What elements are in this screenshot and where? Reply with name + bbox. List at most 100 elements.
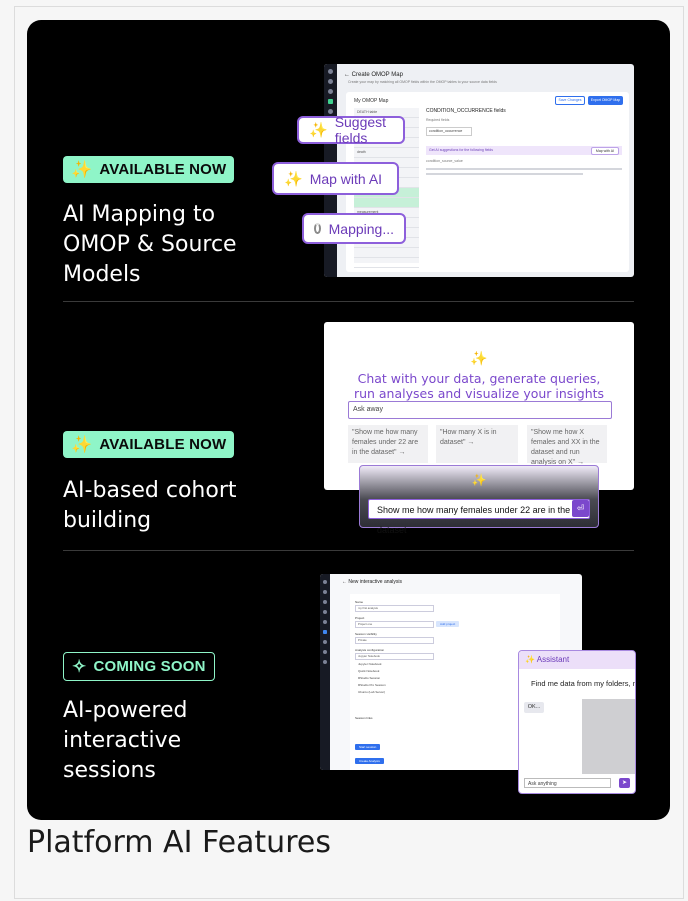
title-line: AI-based cohort (63, 478, 237, 503)
chat-input[interactable]: Ask away (348, 401, 612, 419)
send-icon[interactable]: ➤ (619, 778, 630, 788)
title-line: OMOP & Source (63, 232, 237, 257)
suggest-fields-button[interactable]: ✨ Suggest fields (297, 114, 405, 146)
button-label: Map with AI (309, 170, 383, 187)
logo-icon (323, 580, 327, 584)
availability-badge: ✨ AVAILABLE NOW (63, 431, 235, 458)
title-line: interactive (63, 728, 182, 753)
table-select[interactable]: condition_occurrence (426, 127, 472, 136)
visibility-select[interactable]: Private (355, 637, 434, 644)
create-analysis-button[interactable]: Create Analysis (355, 758, 384, 764)
title-line: sessions (63, 758, 156, 783)
configuration-select[interactable]: Jupyter Notebook (355, 653, 434, 660)
response-area (582, 699, 635, 774)
sparkles-icon: ✨ (71, 434, 93, 454)
add-project-button[interactable]: Add project (436, 621, 460, 627)
suggestion-card[interactable]: "How many X is in dataset" → (436, 425, 518, 463)
page-subtitle: Create your map by matching all OMOP fie… (348, 80, 497, 84)
assistant-title: Assistant (536, 655, 570, 664)
title-line: AI Mapping to (63, 202, 216, 227)
field-label: Project (355, 616, 365, 620)
table-list-item[interactable] (354, 258, 419, 268)
chat-heading: Chat with your data, generate queries, r… (324, 371, 634, 401)
required-label: Required fields (426, 118, 450, 122)
suggestion-bar-label: Get AI suggestions for the following fie… (429, 148, 494, 152)
query-input[interactable]: Show me how many females under 22 are in… (368, 499, 590, 535)
assistant-input[interactable]: Ask anything (524, 778, 611, 788)
button-label: Mapping... (328, 220, 394, 237)
sparkles-icon: ✨ (284, 170, 303, 188)
suggestion-card[interactable]: "Show me how many females under 22 are i… (348, 425, 428, 463)
coming-soon-badge: ✧ COMING SOON (63, 652, 215, 681)
assistant-reply: OK... (524, 702, 544, 713)
sparkles-icon: ✨ (309, 122, 328, 139)
field-label: Session visibility (355, 632, 377, 636)
field-description (426, 168, 622, 175)
table-list-item[interactable] (354, 248, 419, 258)
field-label: Analysis configuration (355, 648, 385, 652)
loading-spinner-icon (314, 223, 321, 234)
title-line: AI-powered (63, 698, 188, 723)
project-select[interactable]: Project one (355, 621, 434, 628)
config-option[interactable]: RStudio Pro Session (358, 683, 386, 687)
nav-icon-active (323, 630, 327, 634)
field-label: Name (355, 600, 364, 604)
nav-icon (323, 600, 327, 604)
availability-badge: ✨ AVAILABLE NOW (63, 156, 235, 183)
save-changes-button[interactable]: Save Changes (555, 96, 585, 105)
badge-label: AVAILABLE NOW (99, 161, 227, 178)
nav-icon (323, 650, 327, 654)
sparkles-outline-icon: ✧ (72, 656, 87, 676)
sparkles-icon: ✨ (471, 473, 487, 487)
badge-label: COMING SOON (93, 658, 206, 675)
chat-heading-line: Chat with your data, generate queries, (357, 371, 601, 386)
page-title: ← New interactive analysis (342, 579, 403, 585)
section-title: AI Mapping to OMOP & Source Models (63, 200, 237, 290)
nav-icon (328, 79, 333, 84)
sparkles-icon: ✨ (71, 159, 93, 179)
button-label: Suggest fields (334, 114, 387, 146)
nav-icon (323, 590, 327, 594)
map-with-ai-small-button[interactable]: Map with AI (590, 147, 619, 155)
map-with-ai-button[interactable]: ✨ Map with AI (272, 162, 399, 195)
logo-icon (328, 69, 333, 74)
nav-icon-active (328, 99, 333, 104)
section-title: AI-powered interactive sessions (63, 696, 188, 786)
table-list-item[interactable]: death (354, 148, 419, 158)
card-title: My OMOP Map (354, 98, 389, 104)
table-list-item-selected[interactable] (354, 198, 419, 208)
nav-icon (323, 660, 327, 664)
query-popup: ✨ Show me how many females under 22 are … (359, 465, 599, 535)
app-sidebar (320, 574, 330, 770)
user-message: Find me data from my folders, now (531, 679, 636, 688)
config-option[interactable]: Quick Notebook (358, 669, 379, 673)
page-title-text: Create OMOP Map (351, 72, 403, 78)
fields-panel: CONDITION_OCCURRENCE fields Required fie… (426, 108, 622, 175)
feature-panel: ✨ AVAILABLE NOW AI Mapping to OMOP & Sou… (27, 20, 670, 820)
name-input[interactable]: my first analysis (355, 605, 434, 612)
field-label: Session links (355, 716, 373, 720)
send-icon[interactable]: ⏎ (572, 500, 589, 517)
page-title-text: New interactive analysis (348, 579, 403, 585)
caption: Platform AI Features (27, 825, 331, 860)
nav-icon (328, 109, 333, 114)
ai-suggestion-bar: Map with AI Get AI suggestions for the f… (426, 146, 622, 155)
mapping-progress-button[interactable]: Mapping... (302, 213, 406, 244)
sparkles-icon: ✨ (470, 350, 488, 366)
suggestion-card[interactable]: "Show me how X females and XX in the dat… (527, 425, 607, 466)
start-session-button[interactable]: Start session (355, 744, 381, 750)
export-map-button[interactable]: Export OMOP Map (588, 96, 623, 105)
section-divider (63, 550, 634, 551)
title-line: building (63, 508, 152, 533)
config-option[interactable]: Jupyter Notebook (358, 662, 382, 666)
nav-icon (323, 620, 327, 624)
nav-icon (328, 89, 333, 94)
nav-icon (323, 640, 327, 644)
section-title: AI-based cohort building (63, 476, 237, 536)
config-option[interactable]: Ubuntu (Lab Server) (358, 690, 385, 694)
nav-icon (323, 610, 327, 614)
config-option[interactable]: RStudio Session (358, 676, 380, 680)
assistant-panel: ✨ Assistant Find me data from my folders… (518, 650, 636, 794)
assistant-header: ✨ Assistant (519, 651, 635, 669)
section-divider (63, 301, 634, 302)
